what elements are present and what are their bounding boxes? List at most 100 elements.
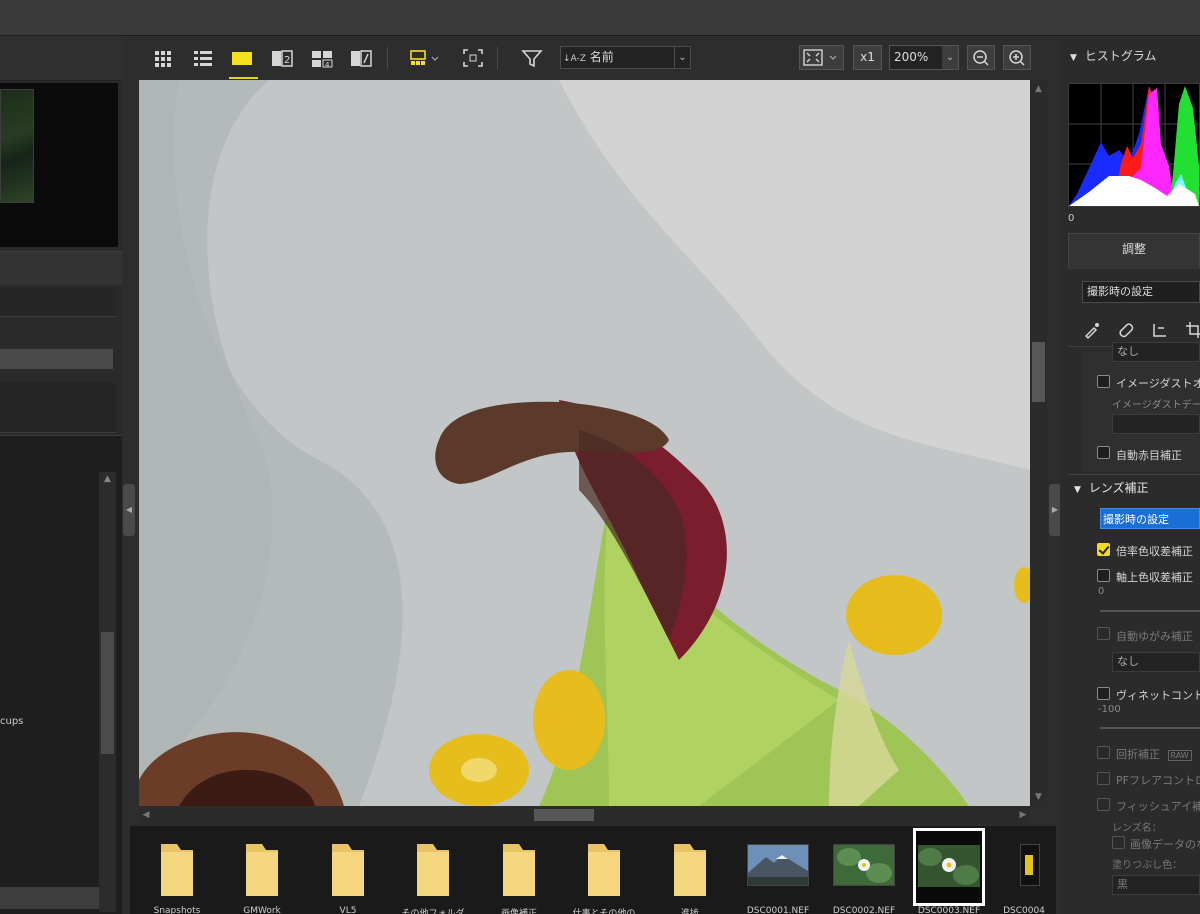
scrollbar-thumb[interactable] — [101, 632, 114, 754]
filmstrip: Snapshots GMWork VL5 その他フォルダ 画像補正 仕事とその他… — [130, 826, 1056, 914]
lateral-ca-checkbox[interactable] — [1097, 543, 1110, 556]
scroll-down-icon[interactable]: ▼ — [1030, 790, 1047, 804]
axial-ca-label: 軸上色収差補正 — [1116, 571, 1193, 584]
none-select-1[interactable]: なし — [1112, 342, 1200, 362]
none-select-2[interactable]: なし — [1112, 652, 1200, 672]
svg-text:4: 4 — [325, 61, 330, 69]
selected-thumbnail-frame[interactable] — [913, 828, 985, 906]
left-section-header[interactable] — [0, 251, 122, 285]
chevron-down-icon[interactable]: ⌄ — [942, 46, 958, 69]
image-dust-off-label: イメージダストオフ — [1116, 377, 1200, 390]
image-viewer[interactable] — [139, 80, 1030, 806]
viewer-horizontal-scrollbar[interactable]: ◀ ▶ — [139, 806, 1030, 824]
image-dust-data-label: イメージダストデータ — [1112, 400, 1200, 411]
histogram-chart — [1068, 83, 1200, 207]
diffraction-text: 回折補正 — [1116, 748, 1160, 761]
filmstrip-item-label: DSC0003.NEF — [917, 906, 981, 914]
folder-tree-scrollbar[interactable]: ▲ — [99, 472, 116, 912]
image-dust-off-checkbox[interactable] — [1097, 375, 1110, 388]
zoomed-flower-image — [139, 80, 1030, 806]
image-data-checkbox[interactable] — [1112, 836, 1125, 849]
list-view-icon[interactable] — [190, 45, 216, 71]
vignette-label: ヴィネットコントロール — [1116, 689, 1200, 702]
sort-direction-icon: ↓A-Z — [563, 54, 586, 64]
collapse-left-panel-button[interactable]: ◀ — [123, 484, 135, 536]
left-field[interactable] — [0, 287, 116, 317]
scrollbar-thumb[interactable] — [1032, 342, 1045, 402]
fisheye-label: フィッシュアイ補正 — [1116, 800, 1200, 813]
folder-icon[interactable] — [668, 840, 712, 900]
pf-flare-label: PFフレアコントロール — [1116, 774, 1200, 787]
photo-thumbnail-flower[interactable] — [833, 844, 895, 886]
lateral-ca-label: 倍率色収差補正 — [1116, 545, 1193, 558]
fit-to-screen-button[interactable] — [799, 45, 844, 70]
photo-thumbnail-partial[interactable] — [1020, 844, 1040, 886]
actual-size-button[interactable]: x1 — [853, 45, 882, 70]
compare-view-icon[interactable] — [348, 45, 374, 71]
folder-icon[interactable] — [582, 840, 626, 900]
histogram-min-label: 0 — [1068, 213, 1075, 224]
two-up-view-icon[interactable]: 2 — [269, 45, 295, 71]
left-panel-header — [0, 37, 122, 81]
four-up-view-icon[interactable]: 4 — [309, 45, 335, 71]
axial-ca-slider[interactable] — [1100, 610, 1200, 612]
zoom-out-button[interactable] — [967, 45, 995, 70]
scroll-up-icon[interactable]: ▲ — [99, 472, 116, 486]
lens-correction-header[interactable]: ▼ レンズ補正 — [1074, 479, 1149, 496]
zoom-in-button[interactable] — [1003, 45, 1031, 70]
zoom-level-select[interactable]: 200% ⌄ — [889, 45, 959, 70]
histogram-header[interactable]: ▼ ヒストグラム — [1060, 43, 1200, 69]
vignette-checkbox[interactable] — [1097, 687, 1110, 700]
full-screen-icon[interactable] — [460, 45, 486, 71]
viewer-toolbar: 2 4 ↓A-Z 名前 ⌄ x1 200% ⌄ — [130, 37, 1054, 79]
filmstrip-item-label: Snapshots — [153, 906, 201, 914]
scrollbar-thumb[interactable] — [534, 809, 594, 821]
sort-order-select[interactable]: ↓A-Z 名前 ⌄ — [560, 46, 691, 69]
axial-ca-checkbox[interactable] — [1097, 569, 1110, 582]
vignette-slider[interactable] — [1100, 727, 1200, 729]
folder-icon[interactable] — [326, 840, 370, 900]
grid-view-icon[interactable] — [150, 45, 176, 71]
preset-select[interactable]: 撮影時の設定 — [1082, 281, 1200, 303]
scroll-up-icon[interactable]: ▲ — [1030, 82, 1047, 96]
retouch-brush-icon[interactable] — [1082, 320, 1102, 340]
right-panel: ▼ ヒストグラム 0 調整 撮影時の設定 なし イメージダストオ イメージダスト… — [1060, 37, 1200, 914]
filmstrip-item-label: 仕事とその他の — [572, 909, 636, 914]
filmstrip-item-label: DSC0001.NEF — [746, 906, 810, 914]
filmstrip-item-label: 画像補正 — [500, 909, 537, 914]
fill-color-select[interactable]: 黒 — [1112, 875, 1200, 895]
chevron-down-icon[interactable]: ⌄ — [674, 47, 690, 68]
zoom-level-value: 200% — [894, 50, 929, 64]
filmstrip-item-label: その他フォルダ — [401, 909, 465, 914]
folder-icon[interactable] — [497, 840, 541, 900]
collapse-triangle-icon: ▼ — [1070, 53, 1077, 63]
folder-tree-item[interactable]: cups — [0, 716, 23, 727]
toolbar-separator — [387, 47, 388, 69]
folder-icon[interactable] — [155, 840, 199, 900]
viewer-vertical-scrollbar[interactable]: ▲ ▼ — [1030, 80, 1047, 806]
lens-preset-select[interactable]: 撮影時の設定 — [1100, 508, 1200, 529]
folder-icon[interactable] — [240, 840, 284, 900]
filmstrip-layout-icon[interactable] — [408, 45, 439, 71]
photo-thumbnail-mountain[interactable] — [747, 844, 809, 886]
single-view-icon[interactable] — [229, 45, 255, 71]
auto-distortion-checkbox[interactable] — [1097, 627, 1110, 640]
image-dust-data-field[interactable] — [1112, 414, 1200, 434]
scroll-left-icon[interactable]: ◀ — [139, 806, 153, 824]
crop-icon[interactable] — [1184, 320, 1200, 340]
left-field-highlight[interactable] — [0, 349, 113, 369]
pf-flare-checkbox[interactable] — [1097, 772, 1110, 785]
folder-icon[interactable] — [411, 840, 455, 900]
filter-icon[interactable] — [519, 45, 545, 71]
fisheye-checkbox[interactable] — [1097, 798, 1110, 811]
left-panel: cups ▲ — [0, 37, 122, 914]
auto-redeye-checkbox[interactable] — [1097, 446, 1110, 459]
scroll-right-icon[interactable]: ▶ — [1016, 806, 1030, 824]
preview-thumbnail[interactable] — [0, 89, 34, 203]
diffraction-checkbox[interactable] — [1097, 746, 1110, 759]
bandage-icon[interactable] — [1116, 320, 1136, 340]
title-bar — [0, 0, 1200, 36]
straighten-icon[interactable] — [1150, 320, 1170, 340]
left-section-body — [0, 383, 116, 433]
tab-adjust[interactable]: 調整 — [1068, 233, 1200, 269]
